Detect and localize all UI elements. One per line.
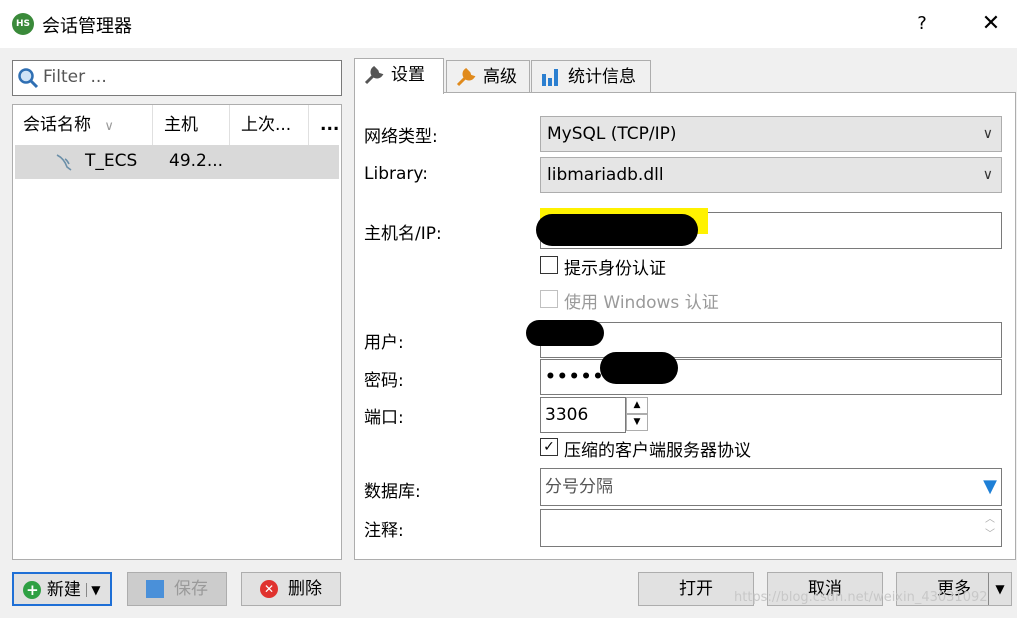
filter-placeholder: Filter ... [43, 67, 107, 87]
database-input[interactable]: 分号分隔 ▼ [540, 468, 1002, 506]
column-header-more[interactable]: ... [310, 105, 341, 145]
sort-chevron-icon: ∨ [104, 119, 114, 134]
new-button[interactable]: + 新建 ▼ [12, 572, 112, 606]
prompt-auth-checkbox[interactable] [540, 256, 558, 274]
redaction-mark [600, 352, 678, 384]
filter-input[interactable]: Filter ... [12, 60, 342, 96]
bar-chart-icon [542, 69, 558, 86]
compress-checkbox[interactable]: ✓ [540, 438, 558, 456]
wrench-icon [364, 66, 384, 85]
network-type-label: 网络类型: [364, 127, 438, 147]
search-icon [18, 68, 39, 89]
help-button[interactable]: ? [908, 10, 936, 38]
database-label: 数据库: [364, 482, 421, 502]
column-header-last[interactable]: 上次... [231, 105, 309, 145]
chevron-down-icon: ∨ [982, 126, 993, 142]
comment-input[interactable]: ︿ ﹀ [540, 509, 1002, 547]
delete-x-icon: ✕ [260, 580, 278, 598]
port-input[interactable]: 3306 [540, 397, 626, 433]
comment-label: 注释: [364, 521, 404, 541]
column-header-session-name[interactable]: 会话名称 ∨ [13, 105, 153, 145]
user-label: 用户: [364, 333, 404, 353]
tab-settings[interactable]: 设置 [354, 58, 444, 94]
redaction-mark [536, 214, 698, 246]
plus-circle-icon: + [23, 581, 42, 599]
column-header-host[interactable]: 主机 [154, 105, 230, 145]
windows-auth-label: 使用 Windows 认证 [564, 293, 719, 313]
session-host: 49.2... [169, 151, 224, 171]
compress-label: 压缩的客户端服务器协议 [564, 441, 751, 461]
app-logo-icon: HS [12, 13, 34, 35]
close-button[interactable]: ✕ [976, 10, 1006, 38]
port-increment-button[interactable]: ▲ [626, 397, 648, 414]
library-select[interactable]: libmariadb.dll ∨ [540, 157, 1002, 193]
port-decrement-button[interactable]: ▼ [626, 414, 648, 431]
port-label: 端口: [364, 408, 404, 428]
password-label: 密码: [364, 371, 404, 391]
tab-statistics[interactable]: 统计信息 [531, 60, 651, 94]
comment-scrollbar[interactable]: ︿ ﹀ [981, 512, 999, 544]
dropdown-arrow-icon[interactable]: ▼ [86, 583, 101, 597]
save-button[interactable]: 保存 [127, 572, 227, 606]
dropdown-arrow-icon[interactable]: ▼ [983, 469, 997, 505]
floppy-disk-icon [146, 580, 164, 598]
tab-advanced[interactable]: 高级 [446, 60, 530, 94]
session-list[interactable]: 会话名称 ∨ 主机 上次... ... T_ECS 49.2... [12, 104, 342, 560]
chevron-down-icon: ∨ [982, 167, 993, 183]
session-row[interactable]: T_ECS 49.2... [15, 145, 339, 179]
title-bar [0, 0, 1017, 48]
delete-button[interactable]: ✕ 删除 [241, 572, 341, 606]
watermark-text: https://blog.csdn.net/weixin_43031092 [734, 590, 988, 605]
wrench-icon [456, 68, 476, 87]
dropdown-arrow-icon[interactable]: ▼ [988, 573, 1011, 605]
redaction-mark [526, 320, 604, 346]
window-title: 会话管理器 [42, 16, 132, 37]
library-label: Library: [364, 164, 428, 184]
session-name: T_ECS [85, 151, 138, 171]
prompt-auth-label: 提示身份认证 [564, 259, 666, 279]
mysql-dolphin-icon [56, 154, 72, 171]
windows-auth-checkbox[interactable] [540, 290, 558, 308]
host-label: 主机名/IP: [364, 224, 442, 244]
network-type-select[interactable]: MySQL (TCP/IP) ∨ [540, 116, 1002, 152]
